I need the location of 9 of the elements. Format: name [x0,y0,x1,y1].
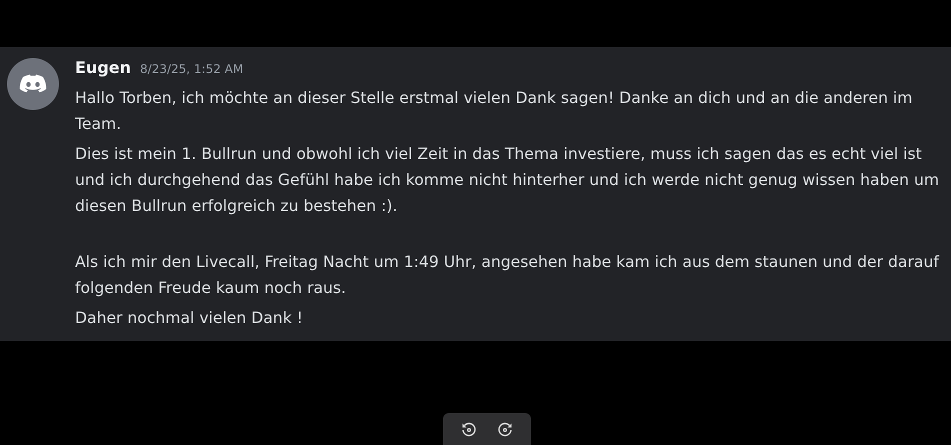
rotate-right-icon[interactable] [496,420,514,438]
timestamp: 8/23/25, 1:52 AM [140,62,244,76]
author-name[interactable]: Eugen [75,58,132,77]
message-text: Dies ist mein 1. Bullrun und obwohl ich viel Zeit in das Thema investiere, muss ich sagen das es echt viel ist und ich durchgehend das Gefühl habe ich komme nicht hinterher und ich werde nicht genug wissen haben um diesen Bullrun erfolgreich zu bestehen :). [75,144,940,217]
message-text: Hallo Torben, ich möchte an dieser Stelle erstmal vielen Dank sagen! Danke an dich und an die anderen im Team. [75,88,914,135]
message-text: Als ich mir den Livecall, Freitag Nacht um 1:49 Uhr, angesehen habe kam ich aus dem staunen und der darauf folgenden Freude kaum noch raus. [75,252,940,299]
avatar-icon[interactable] [7,58,59,110]
message-text: Daher nochmal vielen Dank ! [75,308,304,329]
rotate-left-icon[interactable] [460,420,478,438]
